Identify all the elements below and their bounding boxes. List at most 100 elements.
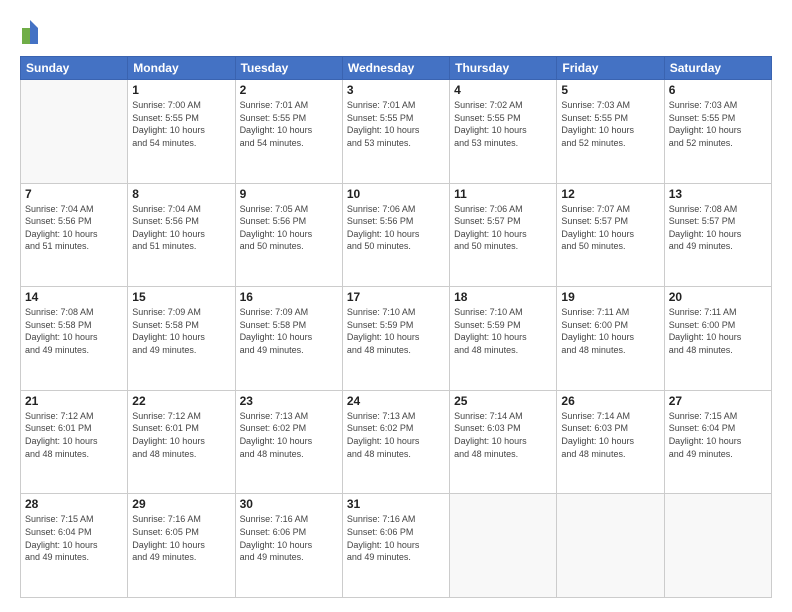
day-number: 4 [454, 83, 552, 97]
calendar-cell: 5 Sunrise: 7:03 AM Sunset: 5:55 PM Daylig… [557, 80, 664, 184]
day-info: Sunrise: 7:14 AM Sunset: 6:03 PM Dayligh… [561, 410, 659, 460]
calendar-cell: 29Sunrise: 7:16 AM Sunset: 6:05 PM Dayli… [128, 494, 235, 598]
calendar-cell: 25 Sunrise: 7:14 AM Sunset: 6:03 PM Dayli… [450, 390, 557, 494]
day-info: Sunrise: 7:13 AM Sunset: 6:02 PM Dayligh… [240, 410, 338, 460]
calendar-cell: 23 Sunrise: 7:13 AM Sunset: 6:02 PM Dayli… [235, 390, 342, 494]
day-number: 20 [669, 290, 767, 304]
day-info: Sunrise: 7:12 AM Sunset: 6:01 PM Dayligh… [25, 410, 123, 460]
calendar-cell [664, 494, 771, 598]
day-info: Sunrise: 7:07 AM Sunset: 5:57 PM Dayligh… [561, 203, 659, 253]
day-info: Sunrise: 7:12 AM Sunset: 6:01 PM Dayligh… [132, 410, 230, 460]
weekday-header-thursday: Thursday [450, 57, 557, 80]
day-number: 24 [347, 394, 445, 408]
day-number: 12 [561, 187, 659, 201]
day-info: Sunrise: 7:05 AM Sunset: 5:56 PM Dayligh… [240, 203, 338, 253]
calendar-cell [450, 494, 557, 598]
week-row-5: 28Sunrise: 7:15 AM Sunset: 6:04 PM Dayli… [21, 494, 772, 598]
day-info: Sunrise: 7:14 AM Sunset: 6:03 PM Dayligh… [454, 410, 552, 460]
day-info: Sunrise: 7:01 AM Sunset: 5:55 PM Dayligh… [240, 99, 338, 149]
day-info: Sunrise: 7:13 AM Sunset: 6:02 PM Dayligh… [347, 410, 445, 460]
calendar-cell: 19Sunrise: 7:11 AM Sunset: 6:00 PM Dayli… [557, 287, 664, 391]
day-number: 27 [669, 394, 767, 408]
day-number: 30 [240, 497, 338, 511]
day-number: 17 [347, 290, 445, 304]
week-row-3: 14Sunrise: 7:08 AM Sunset: 5:58 PM Dayli… [21, 287, 772, 391]
calendar-cell: 27 Sunrise: 7:15 AM Sunset: 6:04 PM Dayli… [664, 390, 771, 494]
day-number: 25 [454, 394, 552, 408]
day-number: 16 [240, 290, 338, 304]
calendar-cell: 17Sunrise: 7:10 AM Sunset: 5:59 PM Dayli… [342, 287, 449, 391]
day-info: Sunrise: 7:03 AM Sunset: 5:55 PM Dayligh… [669, 99, 767, 149]
day-number: 7 [25, 187, 123, 201]
day-number: 18 [454, 290, 552, 304]
calendar-cell: 26 Sunrise: 7:14 AM Sunset: 6:03 PM Dayli… [557, 390, 664, 494]
calendar-cell: 3 Sunrise: 7:01 AM Sunset: 5:55 PM Daylig… [342, 80, 449, 184]
day-number: 9 [240, 187, 338, 201]
day-info: Sunrise: 7:02 AM Sunset: 5:55 PM Dayligh… [454, 99, 552, 149]
day-info: Sunrise: 7:16 AM Sunset: 6:06 PM Dayligh… [347, 513, 445, 563]
day-number: 11 [454, 187, 552, 201]
day-number: 10 [347, 187, 445, 201]
logo-icon [20, 18, 40, 46]
day-info: Sunrise: 7:09 AM Sunset: 5:58 PM Dayligh… [240, 306, 338, 356]
day-number: 2 [240, 83, 338, 97]
day-number: 28 [25, 497, 123, 511]
day-number: 13 [669, 187, 767, 201]
day-info: Sunrise: 7:06 AM Sunset: 5:56 PM Dayligh… [347, 203, 445, 253]
week-row-2: 7 Sunrise: 7:04 AM Sunset: 5:56 PM Daylig… [21, 183, 772, 287]
weekday-header-monday: Monday [128, 57, 235, 80]
day-number: 1 [132, 83, 230, 97]
calendar-cell: 4 Sunrise: 7:02 AM Sunset: 5:55 PM Daylig… [450, 80, 557, 184]
page: SundayMondayTuesdayWednesdayThursdayFrid… [0, 0, 792, 612]
day-info: Sunrise: 7:04 AM Sunset: 5:56 PM Dayligh… [25, 203, 123, 253]
day-info: Sunrise: 7:09 AM Sunset: 5:58 PM Dayligh… [132, 306, 230, 356]
day-number: 8 [132, 187, 230, 201]
day-info: Sunrise: 7:03 AM Sunset: 5:55 PM Dayligh… [561, 99, 659, 149]
weekday-header-friday: Friday [557, 57, 664, 80]
day-info: Sunrise: 7:11 AM Sunset: 6:00 PM Dayligh… [669, 306, 767, 356]
day-number: 5 [561, 83, 659, 97]
calendar-cell [557, 494, 664, 598]
calendar-cell: 28Sunrise: 7:15 AM Sunset: 6:04 PM Dayli… [21, 494, 128, 598]
day-number: 21 [25, 394, 123, 408]
calendar-cell: 6 Sunrise: 7:03 AM Sunset: 5:55 PM Daylig… [664, 80, 771, 184]
weekday-header-row: SundayMondayTuesdayWednesdayThursdayFrid… [21, 57, 772, 80]
logo [20, 18, 44, 46]
calendar-cell: 7 Sunrise: 7:04 AM Sunset: 5:56 PM Daylig… [21, 183, 128, 287]
calendar-table: SundayMondayTuesdayWednesdayThursdayFrid… [20, 56, 772, 598]
calendar-cell: 13 Sunrise: 7:08 AM Sunset: 5:57 PM Dayli… [664, 183, 771, 287]
day-number: 3 [347, 83, 445, 97]
day-number: 23 [240, 394, 338, 408]
day-number: 6 [669, 83, 767, 97]
day-info: Sunrise: 7:01 AM Sunset: 5:55 PM Dayligh… [347, 99, 445, 149]
day-info: Sunrise: 7:06 AM Sunset: 5:57 PM Dayligh… [454, 203, 552, 253]
calendar-cell [21, 80, 128, 184]
day-info: Sunrise: 7:10 AM Sunset: 5:59 PM Dayligh… [454, 306, 552, 356]
day-number: 31 [347, 497, 445, 511]
calendar-cell: 15 Sunrise: 7:09 AM Sunset: 5:58 PM Dayli… [128, 287, 235, 391]
calendar-cell: 14Sunrise: 7:08 AM Sunset: 5:58 PM Dayli… [21, 287, 128, 391]
calendar-cell: 9 Sunrise: 7:05 AM Sunset: 5:56 PM Daylig… [235, 183, 342, 287]
week-row-4: 21 Sunrise: 7:12 AM Sunset: 6:01 PM Dayli… [21, 390, 772, 494]
calendar-cell: 30 Sunrise: 7:16 AM Sunset: 6:06 PM Dayli… [235, 494, 342, 598]
day-number: 15 [132, 290, 230, 304]
calendar-cell: 21 Sunrise: 7:12 AM Sunset: 6:01 PM Dayli… [21, 390, 128, 494]
calendar-cell: 22 Sunrise: 7:12 AM Sunset: 6:01 PM Dayli… [128, 390, 235, 494]
day-number: 22 [132, 394, 230, 408]
day-number: 19 [561, 290, 659, 304]
day-info: Sunrise: 7:04 AM Sunset: 5:56 PM Dayligh… [132, 203, 230, 253]
day-info: Sunrise: 7:08 AM Sunset: 5:57 PM Dayligh… [669, 203, 767, 253]
day-info: Sunrise: 7:15 AM Sunset: 6:04 PM Dayligh… [669, 410, 767, 460]
calendar-cell: 24 Sunrise: 7:13 AM Sunset: 6:02 PM Dayli… [342, 390, 449, 494]
weekday-header-sunday: Sunday [21, 57, 128, 80]
calendar-cell: 31 Sunrise: 7:16 AM Sunset: 6:06 PM Dayli… [342, 494, 449, 598]
day-number: 26 [561, 394, 659, 408]
weekday-header-saturday: Saturday [664, 57, 771, 80]
calendar-cell: 10 Sunrise: 7:06 AM Sunset: 5:56 PM Dayli… [342, 183, 449, 287]
calendar-cell: 11 Sunrise: 7:06 AM Sunset: 5:57 PM Dayli… [450, 183, 557, 287]
weekday-header-tuesday: Tuesday [235, 57, 342, 80]
calendar-cell: 8 Sunrise: 7:04 AM Sunset: 5:56 PM Daylig… [128, 183, 235, 287]
week-row-1: 1Sunrise: 7:00 AM Sunset: 5:55 PM Daylig… [21, 80, 772, 184]
day-info: Sunrise: 7:16 AM Sunset: 6:06 PM Dayligh… [240, 513, 338, 563]
calendar-cell: 18 Sunrise: 7:10 AM Sunset: 5:59 PM Dayli… [450, 287, 557, 391]
